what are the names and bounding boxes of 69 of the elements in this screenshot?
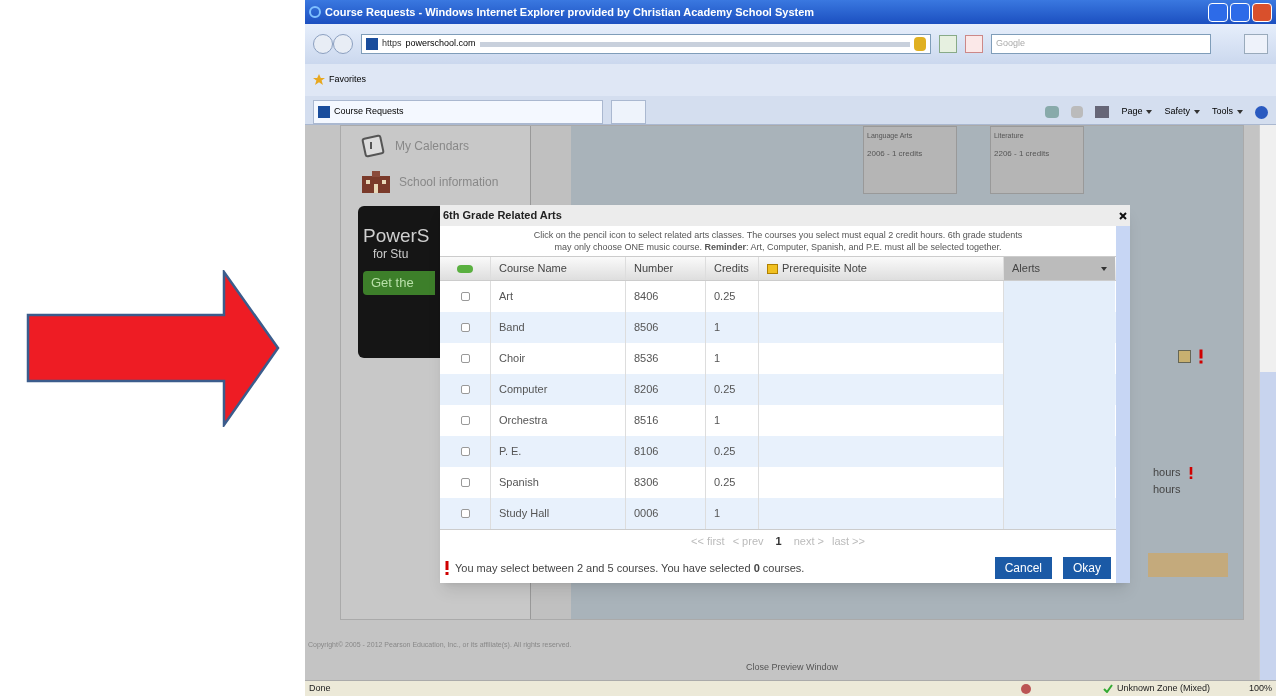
calendar-icon [361, 134, 387, 158]
column-header[interactable]: Alerts [1003, 257, 1115, 280]
scroll-thumb[interactable] [1260, 372, 1276, 680]
promo-title: PowerS [363, 226, 430, 245]
table-cell: Study Hall [490, 498, 625, 529]
dialog-scrollbar[interactable] [1116, 226, 1130, 583]
row-checkbox[interactable] [460, 447, 470, 456]
command-menu[interactable]: Page [1121, 105, 1153, 119]
forward-button[interactable] [333, 34, 353, 54]
card-detail: 2006 - 1 credits [867, 147, 924, 160]
building-icon [361, 170, 391, 194]
caret-icon [1146, 110, 1153, 114]
stop-button[interactable] [965, 35, 983, 53]
row-checkbox[interactable] [460, 354, 470, 363]
maximize-button[interactable] [1230, 2, 1250, 22]
row-checkbox[interactable] [460, 292, 470, 301]
column-header[interactable]: Number [625, 257, 705, 280]
search-button[interactable] [1244, 34, 1268, 54]
row-checkbox[interactable] [460, 385, 470, 394]
alert-icon [445, 561, 449, 575]
close-preview-link[interactable]: Close Preview Window [746, 660, 838, 674]
caret-icon [1237, 110, 1243, 114]
note-text: hours [1153, 482, 1181, 498]
card-detail: 2206 - 1 credits [994, 147, 1051, 160]
command-menu[interactable]: Safety [1164, 105, 1200, 119]
minimize-button[interactable] [1208, 2, 1228, 22]
dialog-button[interactable]: Okay [1063, 557, 1111, 579]
close-icon[interactable] [1119, 211, 1127, 220]
refresh-button[interactable] [939, 35, 957, 53]
site-icon [366, 38, 378, 50]
star-icon [313, 74, 325, 86]
zoom-level[interactable]: 100% [1248, 681, 1272, 696]
column-header[interactable]: Course Name [490, 257, 625, 280]
instructions-text: Click on the pencil icon to select related arts classes. The courses you select must equal 2 credit hours. 6th grade students may only choose ONE music course. Reminder: Art, Computer, Spanish, and P.E. must all be selected together. [532, 229, 1024, 254]
page-scrollbar[interactable] [1259, 125, 1276, 680]
column-header[interactable]: Credits [705, 257, 758, 280]
url-domain: powerschool.com [405, 37, 476, 51]
back-button[interactable] [313, 34, 333, 54]
address-field[interactable]: https powerschool.com [361, 34, 931, 54]
command-menu[interactable]: Tools [1212, 105, 1243, 119]
selection-message: You may select between 2 and 5 courses. You have selected 0 courses. [455, 560, 806, 576]
promo-button[interactable]: Get the [363, 271, 435, 295]
current-page: 1 [774, 534, 783, 550]
row-checkbox[interactable] [460, 416, 470, 425]
url-scheme: https [382, 37, 402, 51]
favorites-label[interactable]: Favorites [329, 73, 366, 87]
security-icon [1020, 683, 1031, 694]
status-text: Done [309, 681, 332, 695]
dialog-button[interactable]: Cancel [994, 557, 1052, 579]
close-button[interactable] [1252, 2, 1272, 22]
check-icon [1102, 684, 1113, 693]
dialog-title: 6th Grade Related Arts [443, 208, 562, 224]
browser-tab[interactable]: Course Requests [313, 100, 603, 124]
row-checkbox[interactable] [460, 478, 470, 487]
alert-icon [1199, 349, 1203, 364]
caret-icon [1194, 110, 1200, 114]
row-checkbox[interactable] [460, 509, 470, 518]
table-cell: 0006 [625, 498, 705, 529]
note-text: hours [1153, 465, 1181, 481]
table-cell: 1 [705, 498, 758, 529]
new-tab-button[interactable] [611, 100, 646, 124]
window-title: Course Requests - Windows Internet Explorer provided by Christian Academy School System [325, 4, 816, 20]
pencil-icon[interactable] [1178, 350, 1191, 363]
caret-icon [1101, 266, 1107, 271]
row-checkbox[interactable] [460, 323, 470, 332]
promo-subtitle: for Stu [373, 246, 409, 263]
alert-icon [1188, 466, 1193, 479]
browser-icon [309, 6, 321, 18]
zone-status: Unknown Zone (Mixed) [1116, 681, 1211, 695]
